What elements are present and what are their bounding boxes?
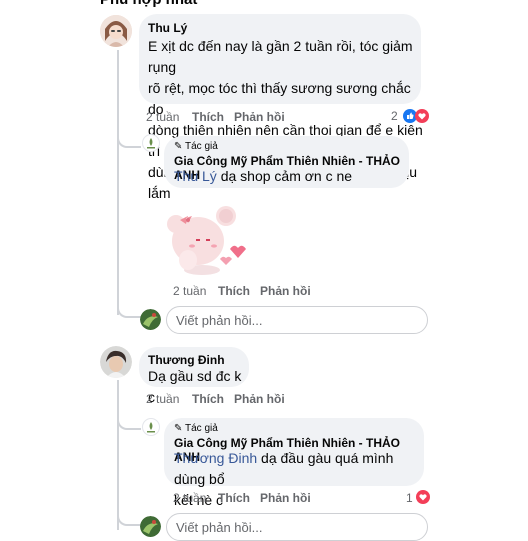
reply-reply-button[interactable]: Phản hồi	[260, 491, 311, 505]
reply-button[interactable]: Phản hồi	[234, 110, 285, 124]
like-button[interactable]: Thích	[192, 392, 224, 406]
reply-input[interactable]: Viết phản hồi...	[166, 306, 428, 334]
reply-text: Thu Lý dạ shop cảm ơn c ne	[174, 168, 353, 184]
my-avatar	[140, 309, 161, 330]
comment-time[interactable]: 2 tuần	[146, 110, 179, 124]
comment-time[interactable]: 2 tuần	[146, 392, 179, 406]
page-avatar[interactable]	[142, 134, 160, 152]
pencil-icon: ✎	[174, 423, 183, 434]
author-badge: ✎ Tác giả	[174, 141, 218, 152]
reply-bubble: ✎ Tác giả Gia Công Mỹ Phẩm Thiên Nhiên -…	[164, 418, 424, 508]
author-badge: ✎ Tác giả	[174, 423, 218, 434]
reply-button[interactable]: Phản hồi	[234, 392, 285, 406]
reply-time[interactable]: 2 tuần	[173, 284, 206, 298]
thread-connector	[117, 500, 141, 526]
mention-link[interactable]: Thương Đinh	[174, 450, 257, 466]
reaction-count[interactable]: 2	[391, 109, 398, 123]
section-header: Phù hợp nhất	[100, 0, 197, 8]
reply-input[interactable]: Viết phản hồi...	[166, 513, 428, 541]
comment-bubble: Thương Đinh Dạ gầu sd đc k c	[139, 347, 249, 405]
sticker-bunny	[160, 196, 256, 276]
pencil-icon: ✎	[174, 141, 183, 152]
reply-time[interactable]: 2 tuần	[173, 491, 206, 505]
thread-connector	[117, 404, 141, 430]
my-avatar	[140, 516, 161, 537]
thread-connector	[117, 292, 141, 318]
love-reaction-icon	[415, 109, 429, 123]
love-reaction-icon	[416, 490, 430, 504]
comment-author[interactable]: Thương Đinh	[148, 353, 225, 367]
thread-line	[117, 50, 119, 315]
like-button[interactable]: Thích	[192, 110, 224, 124]
avatar[interactable]	[100, 346, 132, 378]
thread-connector	[117, 122, 141, 148]
avatar[interactable]	[100, 15, 132, 47]
mention-link[interactable]: Thu Lý	[174, 168, 217, 184]
reply-like-button[interactable]: Thích	[218, 284, 250, 298]
comment-bubble: Thu Lý E xịt dc đến nay là gần 2 tuần rồ…	[139, 14, 423, 201]
reply-reply-button[interactable]: Phản hồi	[260, 284, 311, 298]
reply-bubble: ✎ Tác giả Gia Công Mỹ Phẩm Thiên Nhiên -…	[164, 136, 409, 188]
comment-author[interactable]: Thu Lý	[148, 21, 187, 35]
reaction-count[interactable]: 1	[406, 491, 413, 505]
page-avatar[interactable]	[142, 418, 160, 436]
reply-like-button[interactable]: Thích	[218, 491, 250, 505]
